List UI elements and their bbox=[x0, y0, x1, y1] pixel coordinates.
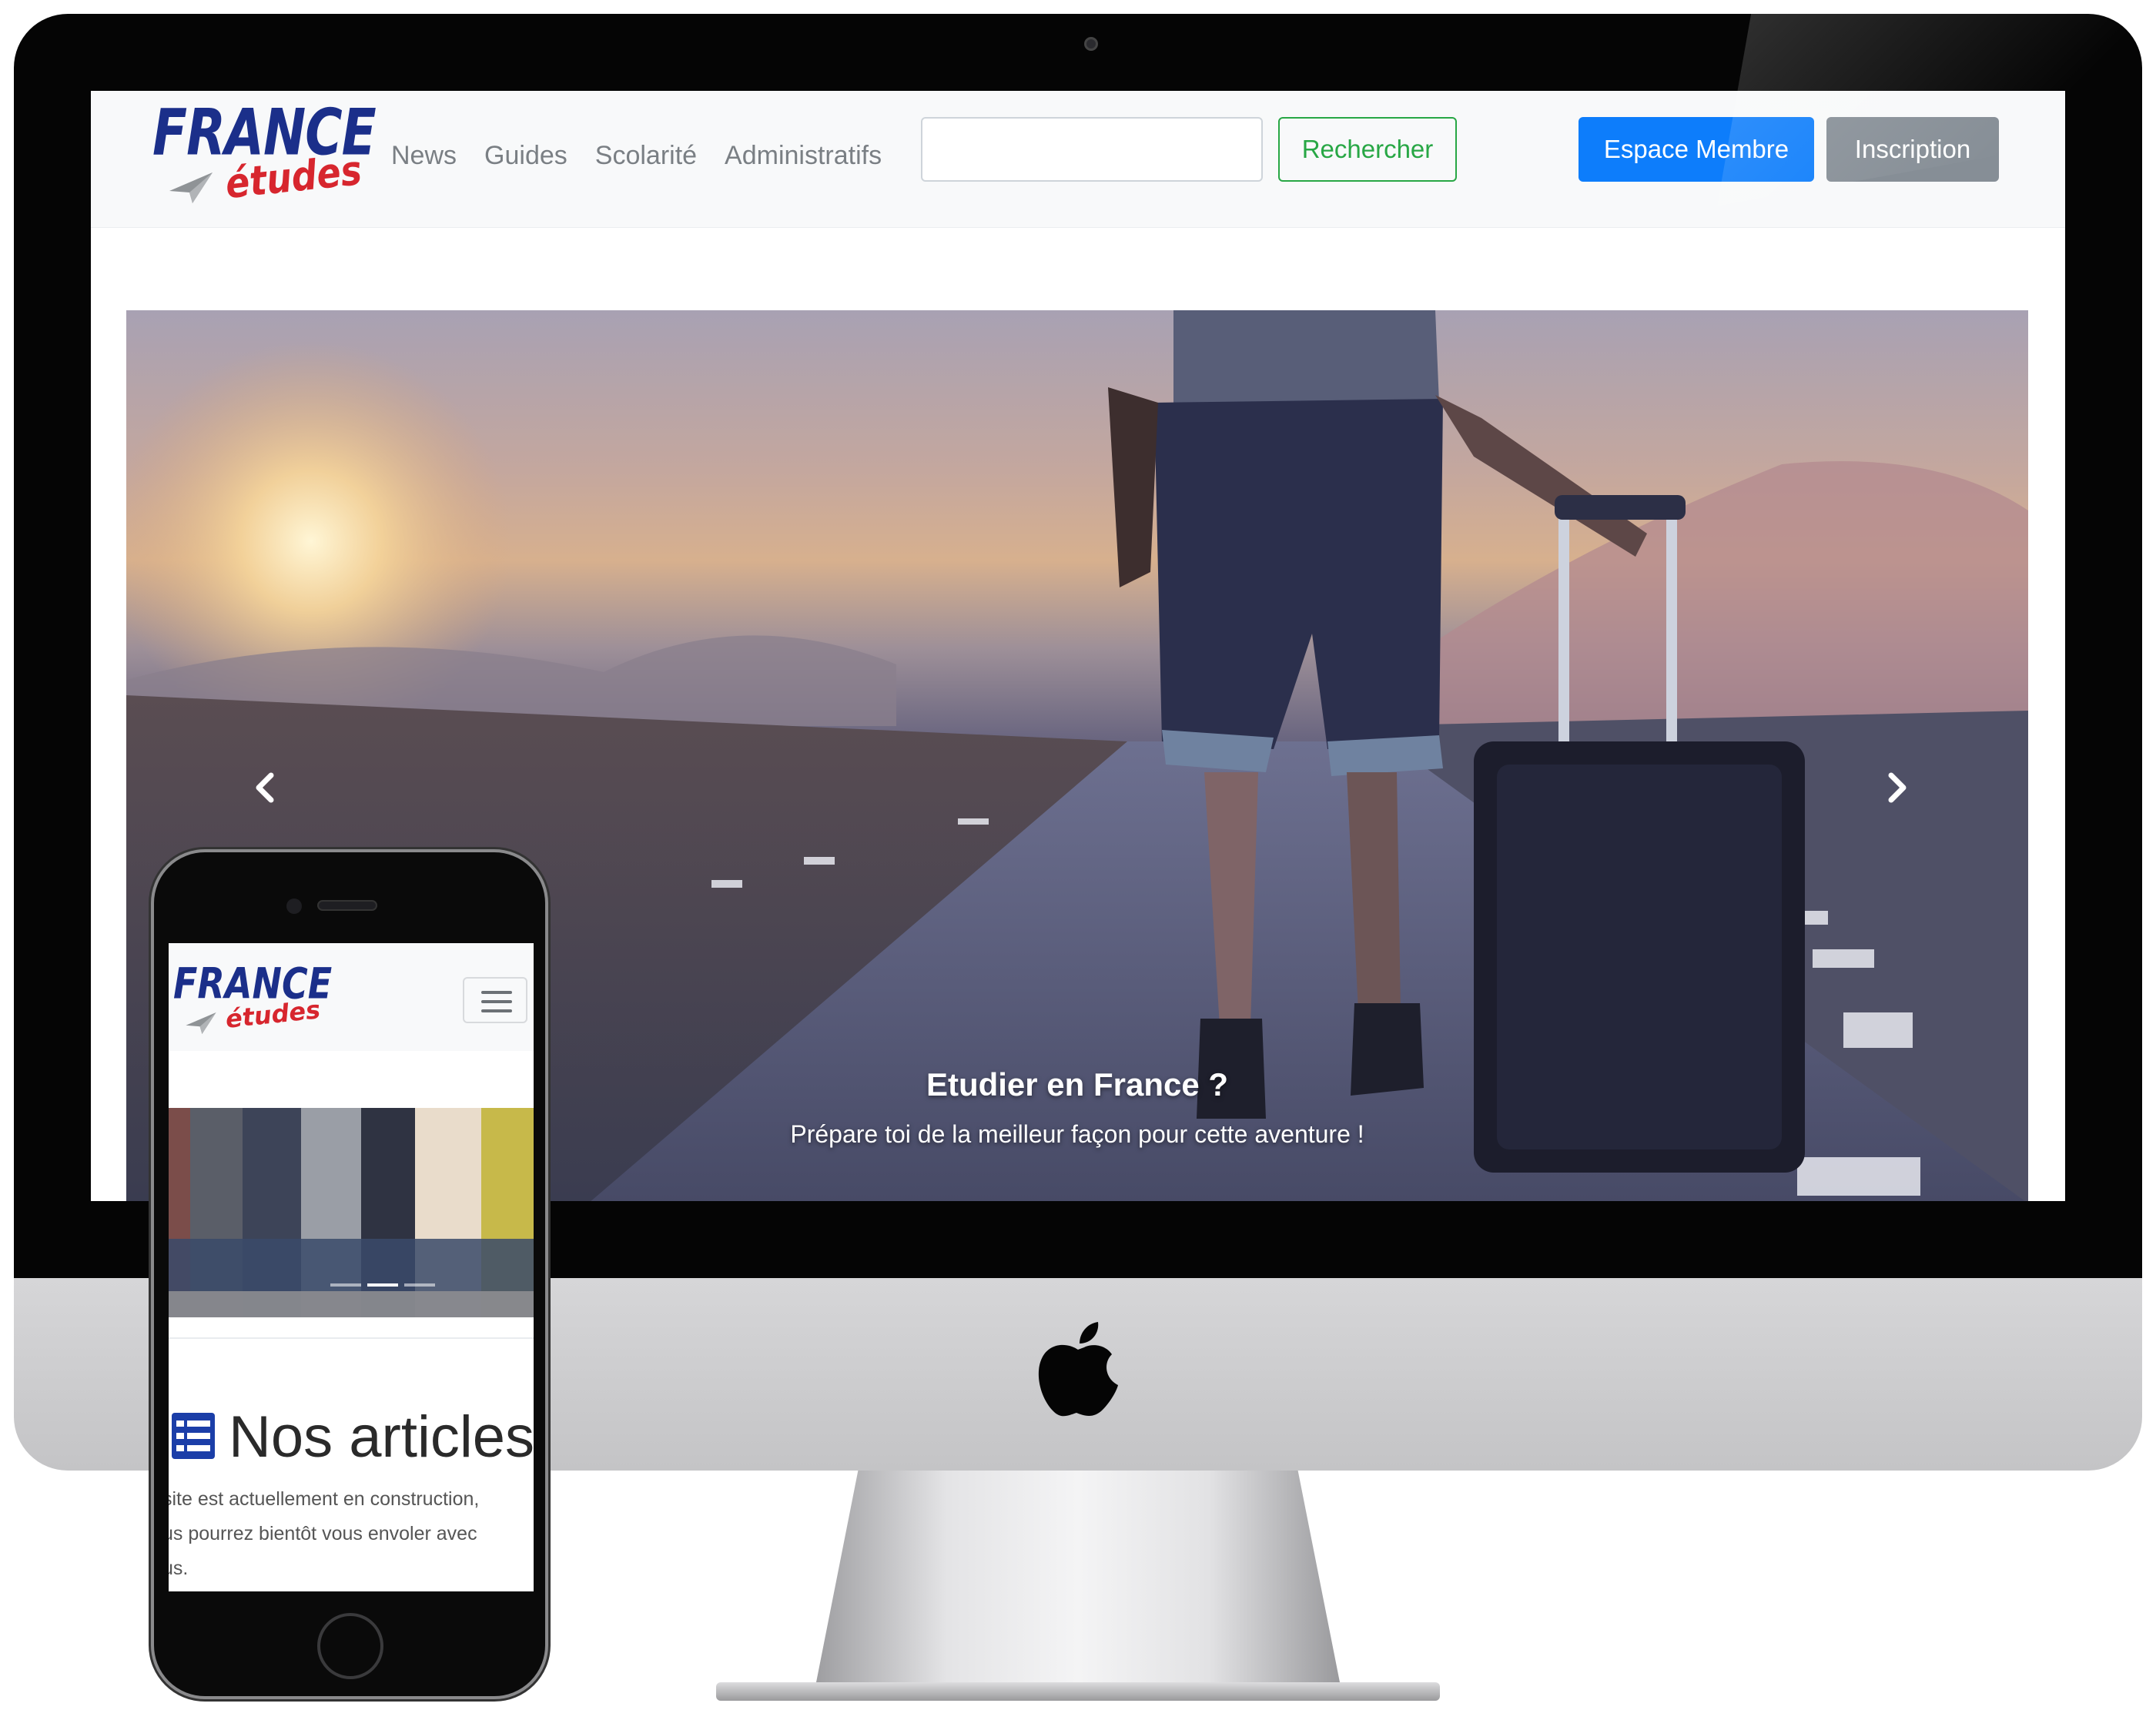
section-divider bbox=[169, 1337, 534, 1339]
nav-link-scolarite[interactable]: Scolarité bbox=[595, 131, 697, 180]
site-logo[interactable]: FRANCE études bbox=[152, 95, 377, 219]
mobile-screen: FRANCE études Nos articles site est actu… bbox=[169, 943, 534, 1591]
home-button[interactable] bbox=[317, 1613, 383, 1679]
articles-heading: Nos articles bbox=[229, 1404, 534, 1470]
mobile-site-logo[interactable]: FRANCE études bbox=[173, 959, 332, 1043]
iphone-device: FRANCE études Nos articles site est actu… bbox=[151, 849, 548, 1699]
search-button[interactable]: Rechercher bbox=[1278, 117, 1457, 182]
mobile-navbar: FRANCE études bbox=[169, 943, 534, 1051]
list-icon bbox=[172, 1413, 215, 1459]
paper-plane-icon bbox=[186, 1012, 216, 1034]
imac-base bbox=[716, 1682, 1440, 1701]
articles-intro: site est actuellement en construction, u… bbox=[169, 1482, 524, 1586]
articles-intro-line: us. bbox=[169, 1558, 189, 1579]
phone-camera bbox=[286, 898, 302, 914]
carousel-indicator[interactable] bbox=[404, 1283, 435, 1287]
imac-camera bbox=[1084, 37, 1098, 51]
chevron-left-icon[interactable] bbox=[242, 765, 288, 811]
main-nav: News Guides Scolarité Administratifs bbox=[391, 131, 882, 180]
paper-plane-icon bbox=[169, 172, 213, 203]
apple-logo-icon bbox=[1038, 1322, 1118, 1417]
carousel-indicator-active[interactable] bbox=[367, 1283, 398, 1287]
chevron-right-icon[interactable] bbox=[1874, 765, 1920, 811]
nav-link-news[interactable]: News bbox=[391, 131, 457, 180]
articles-intro-line: us pourrez bientôt vous envoler avec bbox=[169, 1523, 477, 1544]
carousel-indicators bbox=[330, 1283, 435, 1287]
carousel-indicator[interactable] bbox=[330, 1283, 361, 1287]
hamburger-icon[interactable] bbox=[463, 977, 527, 1023]
nav-link-guides[interactable]: Guides bbox=[484, 131, 567, 180]
imac-stand bbox=[816, 1471, 1340, 1682]
mobile-carousel bbox=[169, 1108, 534, 1317]
search-input[interactable] bbox=[921, 117, 1263, 182]
articles-intro-line: site est actuellement en construction, bbox=[169, 1488, 480, 1510]
nav-link-administratifs[interactable]: Administratifs bbox=[725, 131, 882, 180]
phone-speaker bbox=[317, 900, 377, 911]
